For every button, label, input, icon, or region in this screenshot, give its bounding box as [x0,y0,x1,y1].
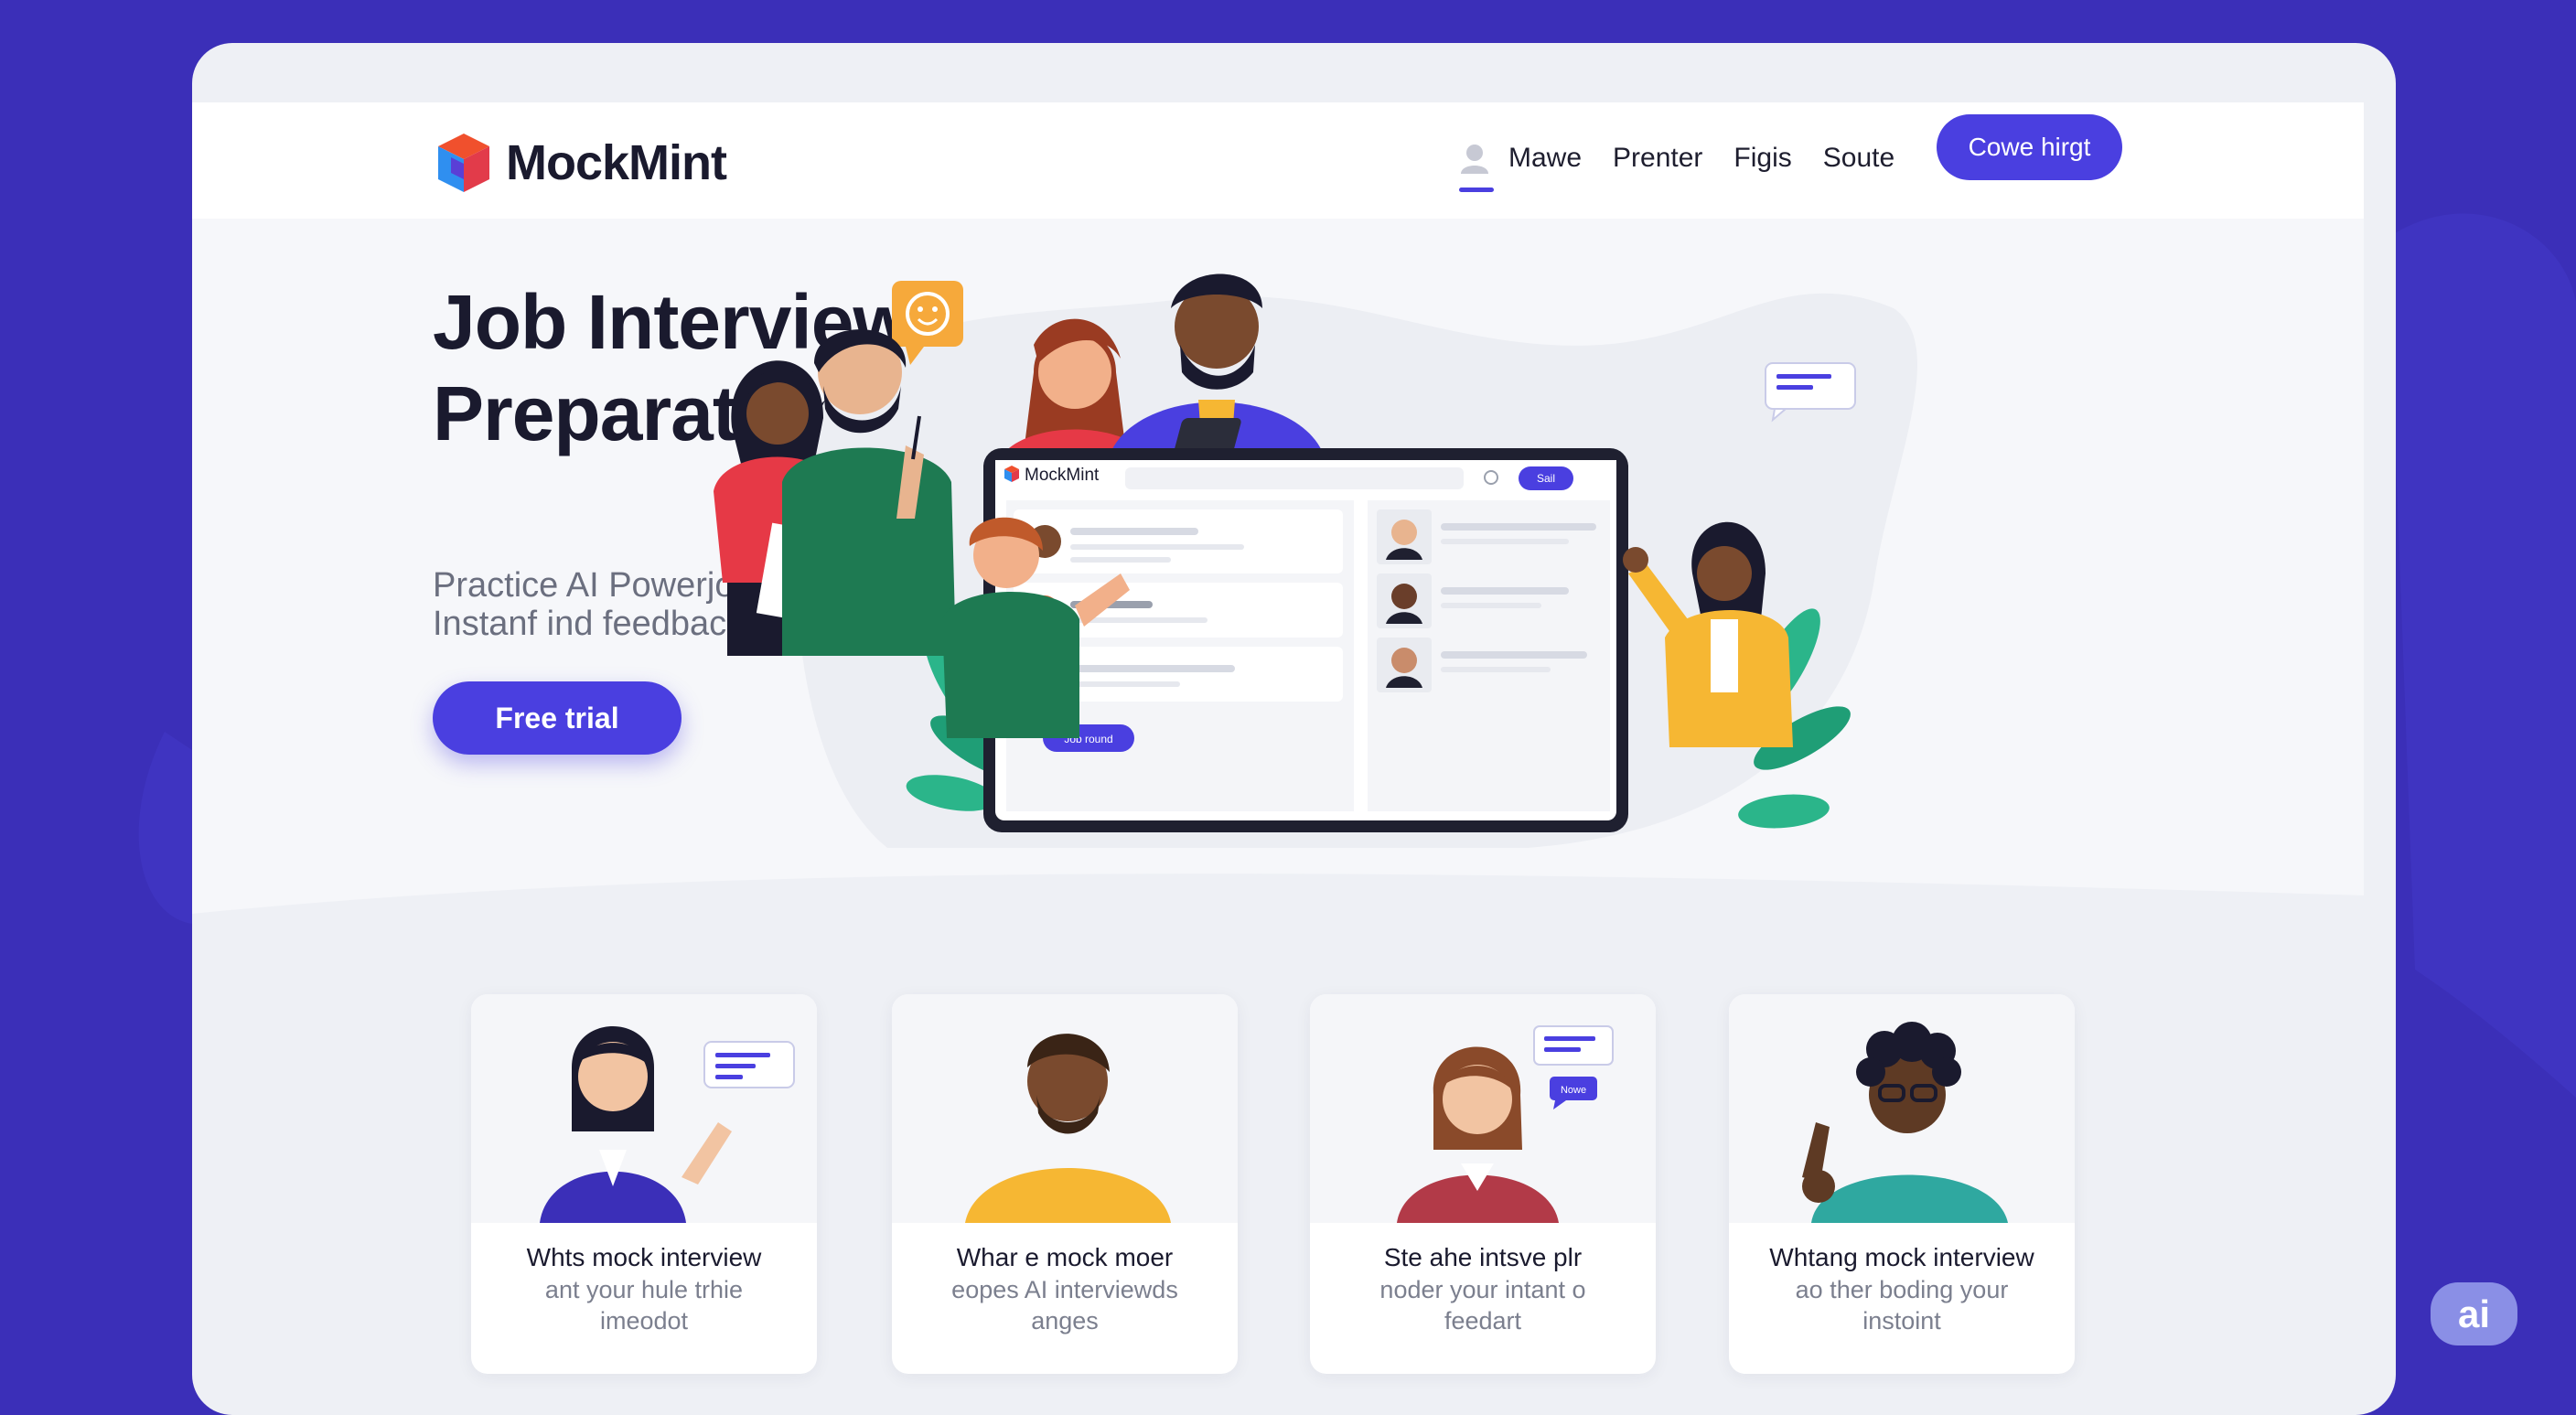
card-2-desc-line1: eopes AI interviewds [951,1276,1178,1303]
free-trial-button[interactable]: Free trial [433,681,682,755]
card-3-title: Ste ahe intsve plr [1383,1243,1583,1271]
logo[interactable]: MockMint [435,130,727,196]
card-4-title: Whtang mock interview [1769,1243,2034,1271]
card-1-title: Whts mock interview [526,1243,762,1271]
card-1-desc-line1: ant your hule trhie [544,1276,744,1303]
card-2-illustration [892,994,1238,1223]
screen-brand: MockMint [1025,466,1100,485]
feature-card-4[interactable]: Whtang mock interview ao ther boding you… [1729,994,2075,1374]
card-1-description: ant your hule trhie imeodot [471,1274,817,1336]
feature-card-1[interactable]: Whts mock interview ant your hule trhie … [471,994,817,1374]
feature-cards: Whts mock interview ant your hule trhie … [192,994,2364,1378]
card-3-bubble-label: Nowe [1561,1085,1586,1096]
card-2-desc-line2: anges [1031,1307,1099,1335]
user-icon [1461,145,1488,174]
card-3-desc-line2: feedart [1444,1307,1522,1335]
card-4-description: ao ther boding your instoint [1729,1274,2075,1336]
nav-item-mawe[interactable]: Mawe [1458,143,1582,192]
hero-illustration: MockMint Sail Job round [714,273,1917,848]
feature-card-2[interactable]: Whar e mock moer eopes AI interviewds an… [892,994,1238,1374]
browser-window: MockMint Mawe Prenter Figis Soute Cowe h… [192,43,2396,1415]
card-3-illustration: Nowe [1310,994,1656,1223]
app-screen-mockup: MockMint Sail Job round [983,448,1628,832]
card-3-description: noder your intant o feedart [1310,1274,1656,1336]
screen-button: Sail [1537,472,1555,485]
card-3-desc-line1: noder your intant o [1379,1276,1586,1303]
card-4-desc-line2: instoint [1862,1307,1941,1335]
header-cta-button[interactable]: Cowe hirgt [1937,114,2122,180]
main-nav: Mawe Prenter Figis Soute [1458,143,1926,192]
ai-badge[interactable]: ai [2431,1282,2517,1345]
card-4-illustration [1729,994,2075,1223]
card-2-title: Whar e mock moer [956,1243,1174,1271]
card-1-illustration [471,994,817,1223]
card-4-desc-line1: ao ther boding your [1795,1276,2009,1303]
card-1-desc-line2: imeodot [599,1307,689,1335]
nav-item-prenter[interactable]: Prenter [1613,143,1702,174]
brand-name: MockMint [506,135,727,190]
cube-logo-icon [438,134,489,192]
nav-item-soute[interactable]: Soute [1823,143,1894,174]
card-2-description: eopes AI interviewds anges [892,1274,1238,1336]
nav-item-figis[interactable]: Figis [1733,143,1791,174]
feature-card-3[interactable]: Nowe Ste ahe intsve plr noder your intan… [1310,994,1656,1374]
